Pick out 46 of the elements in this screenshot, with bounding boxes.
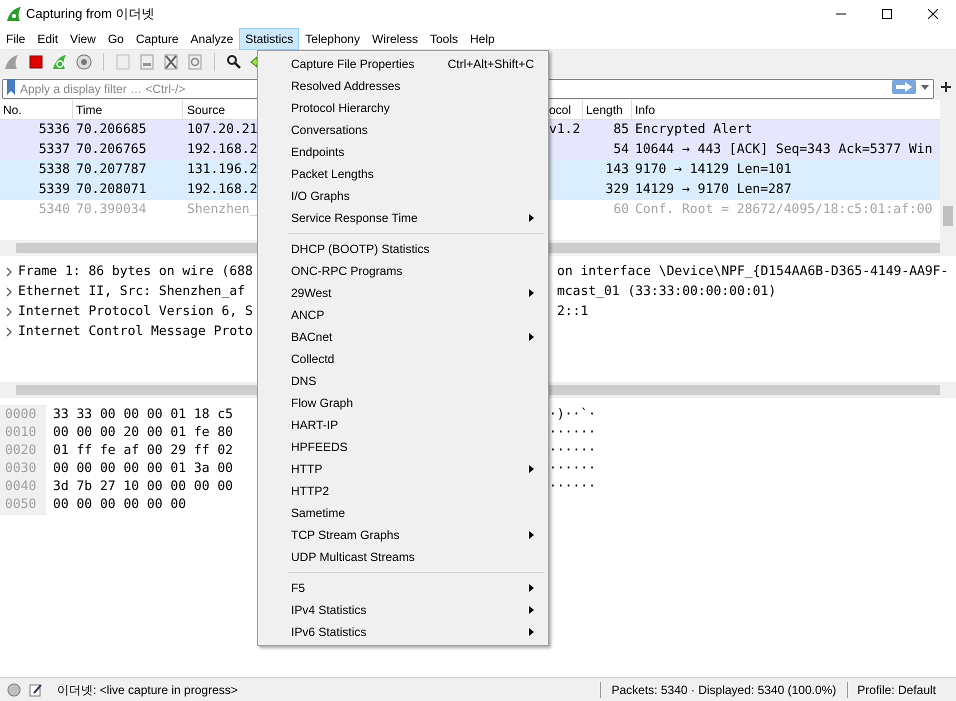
hex-bytes: 00 00 00 00 00 00 xyxy=(52,496,188,514)
table-cell-text: 5340 xyxy=(38,201,70,220)
table-cell: 107.20.21 xyxy=(187,122,258,138)
ascii-bytes: ······ xyxy=(549,478,596,496)
byte-offset: 0040 xyxy=(0,477,46,497)
table-cell-text: 143 xyxy=(606,161,629,180)
window-title: Capturing from 이더넷 xyxy=(26,5,156,24)
table-cell-text: 5337 xyxy=(38,141,70,160)
ascii-bytes: ·)··`· xyxy=(549,406,596,424)
table-cell: 9170 → 14129 Len=101 xyxy=(635,162,792,178)
table-cell: 70.390034 xyxy=(76,202,146,218)
hex-bytes: 3d 7b 27 10 00 00 00 00 xyxy=(52,478,234,496)
ascii-bytes: ······ xyxy=(549,424,596,442)
table-cell: 192.168.2 xyxy=(187,142,258,158)
table-cell: 70.206685 xyxy=(76,122,146,138)
hex-bytes: 01 ff fe af 00 29 ff 02 xyxy=(52,442,234,460)
packet-count: Packets: 5340 · Displayed: 5340 (100.0%) xyxy=(610,682,838,698)
table-cell: Conf. Root = 28672/4095/18:c5:01:af:00 xyxy=(635,202,932,218)
table-cell-text: 5339 xyxy=(38,181,70,200)
table-cell-text: 85 xyxy=(613,121,629,140)
byte-offset: 0000 xyxy=(0,405,46,425)
table-cell: 70.208071 xyxy=(76,182,146,198)
byte-offset: 0050 xyxy=(0,495,46,515)
ascii-bytes: ······ xyxy=(549,460,596,478)
table-cell: 10644 → 443 [ACK] Seq=343 Ack=5377 Win xyxy=(635,142,932,158)
byte-offset: 0030 xyxy=(0,459,46,479)
table-cell-text: 5336 xyxy=(38,121,70,140)
byte-offset: 0010 xyxy=(0,423,46,443)
byte-offset: 0020 xyxy=(0,441,46,461)
status-text: 이더넷: <live capture in progress> xyxy=(57,682,239,698)
hex-bytes: 00 00 00 20 00 01 fe 80 xyxy=(52,424,234,442)
table-cell-text: 329 xyxy=(606,181,629,200)
table-cell: v1.2 xyxy=(549,122,580,138)
table-cell: 192.168.2 xyxy=(187,182,258,198)
table-cell-text: 5338 xyxy=(38,161,70,180)
table-cell: Shenzhen_ xyxy=(187,202,258,218)
table-cell: 131.196.2 xyxy=(187,162,258,178)
table-cell: 70.207787 xyxy=(76,162,146,178)
table-cell-text: 60 xyxy=(613,201,629,220)
table-cell: 14129 → 9170 Len=287 xyxy=(635,182,792,198)
table-cell: 70.206765 xyxy=(76,142,146,158)
ascii-bytes: ······ xyxy=(549,442,596,460)
hex-bytes: 33 33 00 00 00 01 18 c5 xyxy=(52,406,234,424)
table-cell: Encrypted Alert xyxy=(635,122,752,138)
hex-bytes: 00 00 00 00 00 01 3a 00 xyxy=(52,460,234,478)
table-cell-text: 54 xyxy=(613,141,629,160)
